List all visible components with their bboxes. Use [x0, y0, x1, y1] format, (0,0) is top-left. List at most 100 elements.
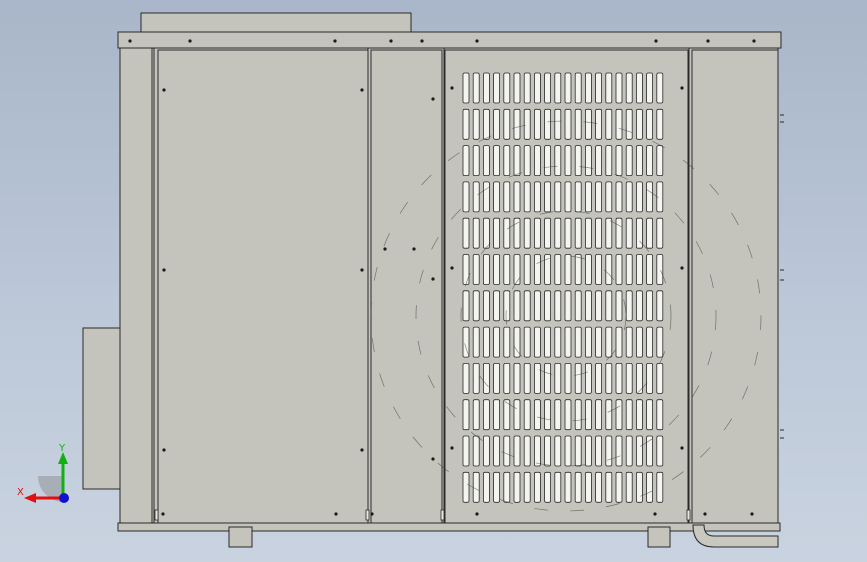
- screw: [752, 39, 756, 43]
- grille-slot: [595, 108, 602, 140]
- grille-slot: [503, 362, 511, 394]
- grille-slot: [544, 145, 551, 177]
- base-rail: [117, 522, 781, 532]
- screw: [162, 88, 166, 92]
- grille-slot: [646, 254, 653, 285]
- grille-slot: [585, 471, 592, 503]
- grille-slot: [564, 399, 572, 431]
- grille-slot: [605, 399, 613, 431]
- grille-slot: [625, 217, 633, 249]
- grille-slot: [544, 290, 551, 322]
- grille-slot: [472, 72, 480, 104]
- grille-slot: [513, 362, 521, 394]
- grille-slot: [472, 254, 480, 285]
- grille-slot: [656, 108, 664, 140]
- grille-slot: [625, 72, 633, 104]
- grille-slot: [493, 217, 501, 249]
- grille-slot: [472, 471, 480, 503]
- grille-slot: [544, 435, 551, 467]
- grille-slot: [636, 471, 643, 503]
- grille-slot: [595, 254, 602, 285]
- grille-slot: [462, 326, 470, 358]
- grille-slot: [564, 181, 572, 213]
- grille-slot: [656, 399, 664, 431]
- grille-slot: [605, 72, 613, 104]
- screw: [389, 39, 393, 43]
- grille-slot: [482, 217, 490, 249]
- grille-slot: [482, 254, 490, 285]
- grille-slot: [564, 326, 572, 358]
- screw: [188, 39, 192, 43]
- top-flange: [140, 12, 412, 33]
- grille-slot: [554, 326, 562, 358]
- grille-slot: [554, 254, 562, 285]
- screw: [431, 97, 435, 101]
- left-corner-post: [119, 47, 155, 525]
- grille-slot: [615, 362, 623, 394]
- screw: [750, 512, 754, 516]
- condensing-unit-drawing: [82, 12, 784, 548]
- grille-slot: [493, 290, 501, 322]
- grille-slot: [636, 72, 643, 104]
- grille-slot: [646, 290, 653, 322]
- grille-slot: [625, 399, 633, 431]
- cad-viewport[interactable]: X Y: [0, 0, 867, 562]
- grille-slot: [595, 362, 602, 394]
- grille-slot: [636, 290, 643, 322]
- screw: [431, 277, 435, 281]
- grille-slot: [513, 326, 521, 358]
- grille-slot: [554, 399, 562, 431]
- grille-slot: [646, 217, 653, 249]
- grille-slot: [554, 217, 562, 249]
- grille-slot: [656, 326, 664, 358]
- grille-slot: [646, 145, 653, 177]
- grille-slot: [472, 181, 480, 213]
- screw: [412, 247, 416, 251]
- grille-slot: [564, 145, 572, 177]
- screw: [162, 448, 166, 452]
- screw: [706, 39, 710, 43]
- grille-slot: [534, 254, 541, 285]
- grille-slot: [646, 72, 653, 104]
- grille-slot: [534, 290, 541, 322]
- grille-slot: [523, 181, 531, 213]
- grille-slot: [605, 145, 613, 177]
- grille-slot: [554, 72, 562, 104]
- grille-slot: [615, 108, 623, 140]
- grille-slot: [493, 108, 501, 140]
- grille-slot: [656, 362, 664, 394]
- grille-slot: [554, 181, 562, 213]
- grille-slot: [472, 217, 480, 249]
- grille-slot: [585, 145, 592, 177]
- grille-slot: [595, 435, 602, 467]
- grille-slot: [605, 471, 613, 503]
- grille-slot: [544, 362, 551, 394]
- grille-slot: [605, 362, 613, 394]
- screw: [450, 266, 454, 270]
- grille-slot: [564, 435, 572, 467]
- screw: [450, 446, 454, 450]
- screw: [703, 512, 707, 516]
- grille-slot: [585, 217, 592, 249]
- grille-slot: [595, 399, 602, 431]
- center-access-panel: [370, 49, 443, 524]
- grille-slot: [534, 217, 541, 249]
- grille-slot: [595, 217, 602, 249]
- grille-slot: [482, 145, 490, 177]
- grille-slot: [615, 217, 623, 249]
- grille-slot: [605, 181, 613, 213]
- grille-slot: [554, 290, 562, 322]
- grille-slot: [636, 108, 643, 140]
- grille-slot: [462, 108, 470, 140]
- grille-slot: [615, 145, 623, 177]
- grille-slot: [636, 145, 643, 177]
- grille-slot: [493, 145, 501, 177]
- screw: [475, 39, 479, 43]
- grille-slot: [625, 471, 633, 503]
- grille-slot: [554, 471, 562, 503]
- grille-slot: [462, 145, 470, 177]
- grille-slot: [503, 108, 511, 140]
- grille-slot: [544, 399, 551, 431]
- screw: [450, 86, 454, 90]
- grille-slot: [564, 362, 572, 394]
